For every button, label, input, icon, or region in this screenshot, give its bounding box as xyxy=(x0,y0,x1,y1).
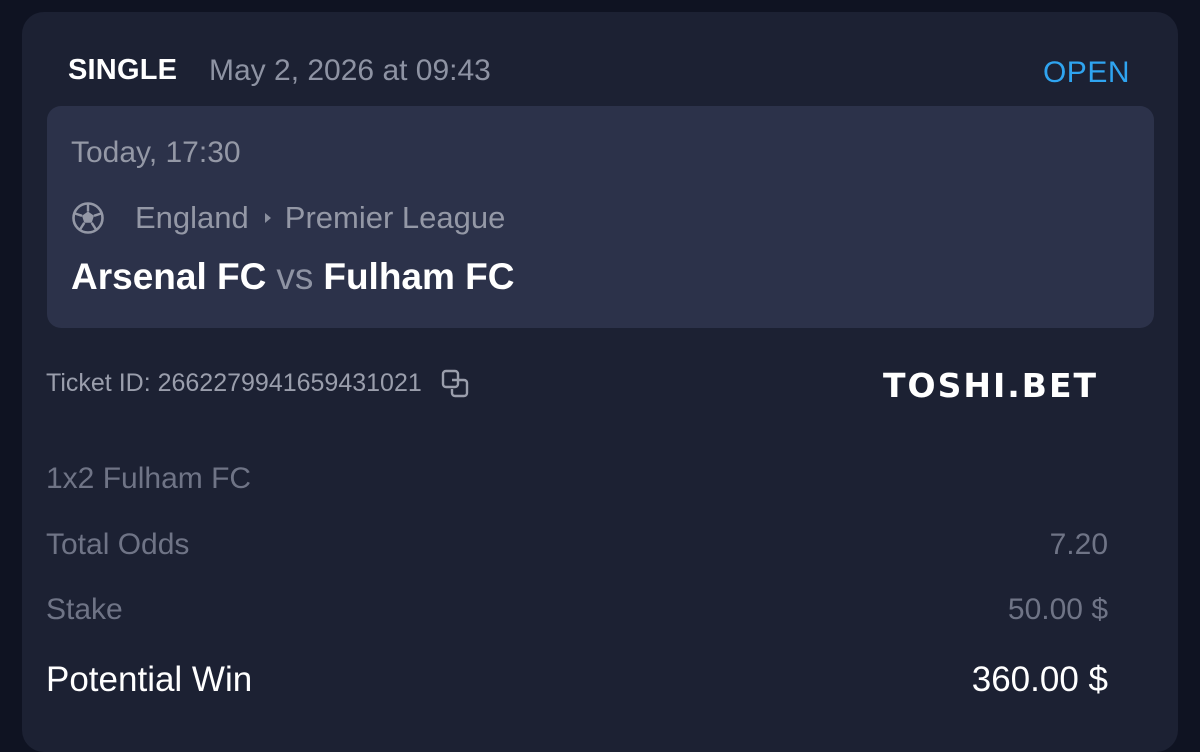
stake-value: 50.00 $ xyxy=(1007,593,1108,626)
selection-label: 1x2 Fulham FC xyxy=(46,462,252,495)
ticket-id-text: Ticket ID: 2662279941659431021 xyxy=(46,368,422,397)
copy-icon[interactable] xyxy=(440,368,470,398)
potential-win-label: Potential Win xyxy=(46,660,253,699)
event-panel[interactable]: Today, 17:30 England Premier League Arse… xyxy=(47,106,1154,328)
total-odds-row: Total Odds 7.20 xyxy=(46,528,1108,568)
potential-win-value: 360.00 $ xyxy=(971,660,1108,699)
bet-placed-date: May 2, 2026 at 09:43 xyxy=(209,54,491,87)
event-country: England xyxy=(135,200,249,235)
chevron-right-icon xyxy=(264,213,271,223)
vs-label: vs xyxy=(276,256,314,297)
status-badge: OPEN xyxy=(1042,56,1130,89)
total-odds-label: Total Odds xyxy=(46,528,190,561)
bet-type-label: SINGLE xyxy=(68,54,178,86)
event-league-breadcrumb: England Premier League xyxy=(71,198,505,238)
ticket-id: Ticket ID: 2662279941659431021 xyxy=(46,368,470,398)
stake-row: Stake 50.00 $ xyxy=(46,593,1108,633)
event-league: Premier League xyxy=(284,200,506,235)
soccer-ball-icon xyxy=(72,202,104,234)
home-team: Arsenal FC xyxy=(71,256,267,297)
event-matchup: Arsenal FC vs Fulham FC xyxy=(71,256,515,298)
brand-logo: TOSHI.BET xyxy=(883,366,1098,405)
ticket-header: SINGLE May 2, 2026 at 09:43 OPEN xyxy=(68,52,1130,92)
potential-win-row: Potential Win 360.00 $ xyxy=(46,660,1108,700)
ticket-id-row: Ticket ID: 2662279941659431021 TOSHI.BET xyxy=(46,366,1108,406)
stake-label: Stake xyxy=(46,593,123,626)
total-odds-value: 7.20 xyxy=(1049,528,1108,561)
away-team: Fulham FC xyxy=(323,256,515,297)
event-time: Today, 17:30 xyxy=(71,136,241,169)
